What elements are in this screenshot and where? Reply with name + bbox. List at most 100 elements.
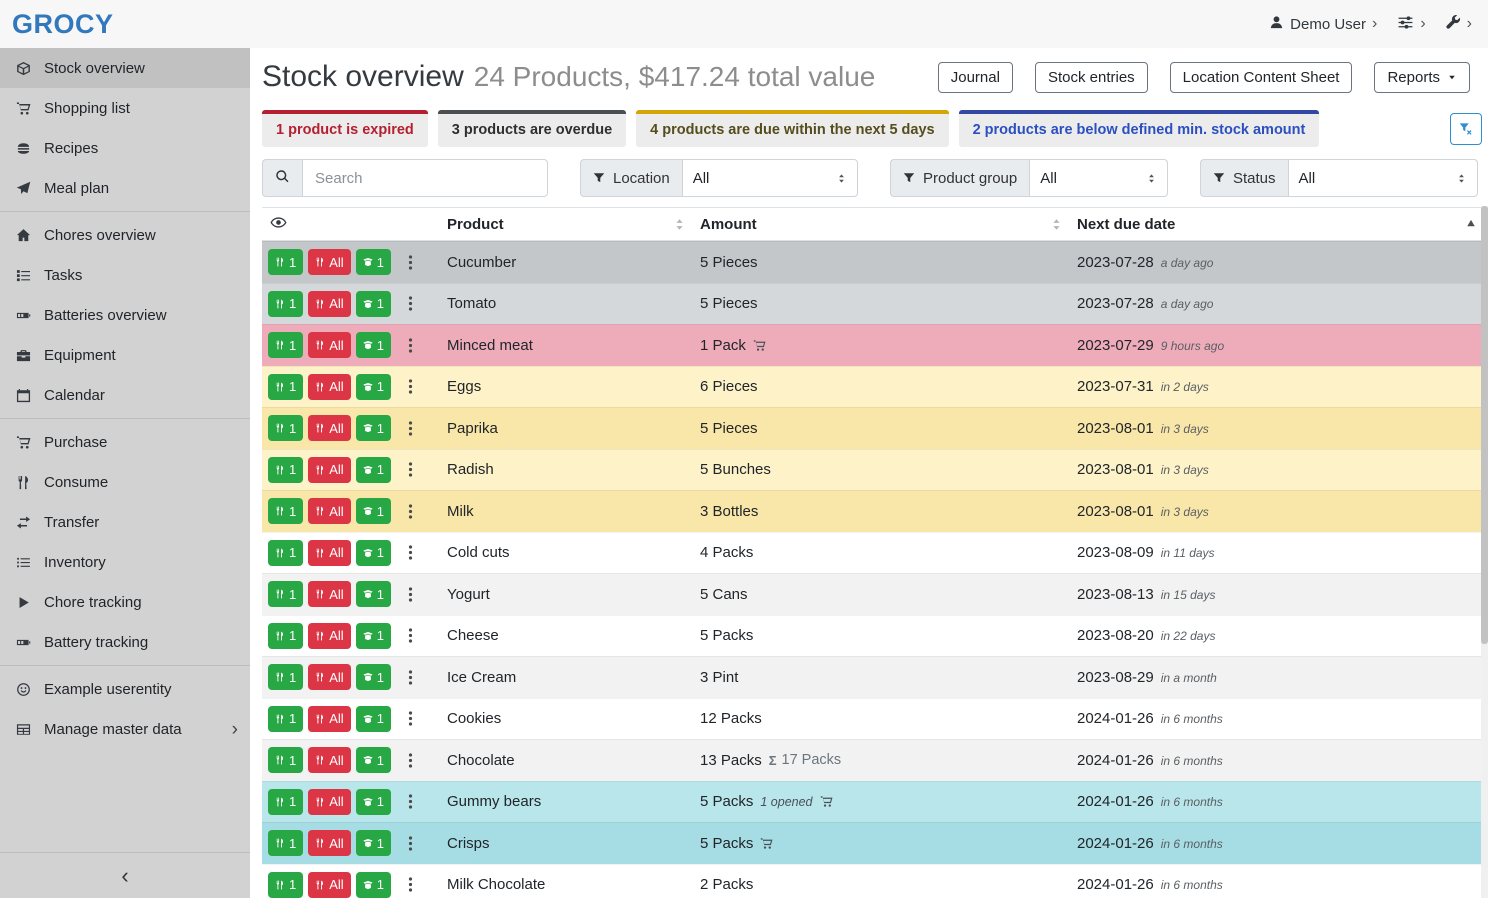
row-menu-button[interactable]: [402, 420, 419, 437]
product-name[interactable]: Yogurt: [447, 586, 700, 603]
consume-one-button[interactable]: 1: [268, 581, 303, 607]
sidebar-item-recipes[interactable]: Recipes: [0, 128, 250, 168]
consume-all-button[interactable]: All: [308, 706, 350, 732]
visibility-column-header[interactable]: [262, 214, 447, 235]
reports-button[interactable]: Reports: [1374, 62, 1470, 93]
consume-all-button[interactable]: All: [308, 789, 350, 815]
sidebar-item-transfer[interactable]: Transfer: [0, 502, 250, 542]
sidebar-item-chores-overview[interactable]: Chores overview: [0, 215, 250, 255]
row-menu-button[interactable]: [402, 710, 419, 727]
sidebar-item-battery-tracking[interactable]: Battery tracking: [0, 622, 250, 662]
sidebar-item-inventory[interactable]: Inventory: [0, 542, 250, 582]
product-name[interactable]: Tomato: [447, 295, 700, 312]
open-one-button[interactable]: 1: [356, 789, 391, 815]
column-header-product[interactable]: Product: [447, 216, 700, 233]
column-header-next-due-date[interactable]: Next due date: [1077, 216, 1479, 233]
product-name[interactable]: Radish: [447, 461, 700, 478]
consume-all-button[interactable]: All: [308, 374, 350, 400]
consume-one-button[interactable]: 1: [268, 747, 303, 773]
location-content-sheet-button[interactable]: Location Content Sheet: [1170, 62, 1353, 93]
product-name[interactable]: Milk: [447, 503, 700, 520]
row-menu-button[interactable]: [402, 876, 419, 893]
row-menu-button[interactable]: [402, 337, 419, 354]
sidebar-item-equipment[interactable]: Equipment: [0, 335, 250, 375]
consume-one-button[interactable]: 1: [268, 623, 303, 649]
consume-one-button[interactable]: 1: [268, 664, 303, 690]
consume-all-button[interactable]: All: [308, 291, 350, 317]
consume-one-button[interactable]: 1: [268, 498, 303, 524]
open-one-button[interactable]: 1: [356, 332, 391, 358]
consume-one-button[interactable]: 1: [268, 457, 303, 483]
consume-one-button[interactable]: 1: [268, 872, 303, 898]
sidebar-item-meal-plan[interactable]: Meal plan: [0, 168, 250, 208]
row-menu-button[interactable]: [402, 835, 419, 852]
row-menu-button[interactable]: [402, 793, 419, 810]
product-name[interactable]: Gummy bears: [447, 793, 700, 810]
row-menu-button[interactable]: [402, 378, 419, 395]
sidebar-item-manage-master-data[interactable]: Manage master data›: [0, 709, 250, 749]
sidebar-item-batteries-overview[interactable]: Batteries overview: [0, 295, 250, 335]
open-one-button[interactable]: 1: [356, 664, 391, 690]
sidebar-item-purchase[interactable]: Purchase: [0, 422, 250, 462]
sidebar-item-consume[interactable]: Consume: [0, 462, 250, 502]
product-name[interactable]: Milk Chocolate: [447, 876, 700, 893]
row-menu-button[interactable]: [402, 586, 419, 603]
sidebar-item-tasks[interactable]: Tasks: [0, 255, 250, 295]
consume-one-button[interactable]: 1: [268, 332, 303, 358]
open-one-button[interactable]: 1: [356, 498, 391, 524]
product-name[interactable]: Cookies: [447, 710, 700, 727]
consume-all-button[interactable]: All: [308, 623, 350, 649]
admin-menu[interactable]: ›: [1446, 15, 1472, 34]
row-menu-button[interactable]: [402, 503, 419, 520]
consume-one-button[interactable]: 1: [268, 540, 303, 566]
consume-all-button[interactable]: All: [308, 332, 350, 358]
consume-all-button[interactable]: All: [308, 664, 350, 690]
product-name[interactable]: Cheese: [447, 627, 700, 644]
sidebar-item-calendar[interactable]: Calendar: [0, 375, 250, 415]
sidebar-item-example-userentity[interactable]: Example userentity: [0, 669, 250, 709]
consume-all-button[interactable]: All: [308, 540, 350, 566]
consume-all-button[interactable]: All: [308, 747, 350, 773]
banner-expired[interactable]: 1 product is expired: [262, 110, 428, 147]
clear-filters-button[interactable]: [1450, 113, 1482, 145]
consume-all-button[interactable]: All: [308, 872, 350, 898]
open-one-button[interactable]: 1: [356, 540, 391, 566]
consume-all-button[interactable]: All: [308, 581, 350, 607]
consume-all-button[interactable]: All: [308, 415, 350, 441]
vertical-scrollbar[interactable]: [1481, 206, 1488, 898]
sidebar-item-stock-overview[interactable]: Stock overview: [0, 48, 250, 88]
row-menu-button[interactable]: [402, 544, 419, 561]
row-menu-button[interactable]: [402, 752, 419, 769]
product-name[interactable]: Minced meat: [447, 337, 700, 354]
product-name[interactable]: Chocolate: [447, 752, 700, 769]
open-one-button[interactable]: 1: [356, 415, 391, 441]
column-header-amount[interactable]: Amount: [700, 216, 1077, 233]
scrollbar-thumb[interactable]: [1481, 206, 1488, 644]
settings-menu[interactable]: ›: [1397, 14, 1425, 35]
row-menu-button[interactable]: [402, 669, 419, 686]
sidebar-item-chore-tracking[interactable]: Chore tracking: [0, 582, 250, 622]
consume-one-button[interactable]: 1: [268, 706, 303, 732]
user-menu[interactable]: Demo User ›: [1269, 15, 1377, 34]
product-name[interactable]: Cold cuts: [447, 544, 700, 561]
row-menu-button[interactable]: [402, 461, 419, 478]
collapse-sidebar-button[interactable]: ‹: [0, 852, 250, 898]
status-filter-select[interactable]: All: [1288, 159, 1478, 197]
product-group-filter-select[interactable]: All: [1029, 159, 1168, 197]
consume-one-button[interactable]: 1: [268, 415, 303, 441]
product-name[interactable]: Ice Cream: [447, 669, 700, 686]
row-menu-button[interactable]: [402, 295, 419, 312]
journal-button[interactable]: Journal: [938, 62, 1013, 93]
product-name[interactable]: Crisps: [447, 835, 700, 852]
consume-one-button[interactable]: 1: [268, 249, 303, 275]
open-one-button[interactable]: 1: [356, 747, 391, 773]
banner-overdue[interactable]: 3 products are overdue: [438, 110, 626, 147]
location-filter-select[interactable]: All: [682, 159, 858, 197]
consume-all-button[interactable]: All: [308, 457, 350, 483]
open-one-button[interactable]: 1: [356, 830, 391, 856]
open-one-button[interactable]: 1: [356, 374, 391, 400]
consume-one-button[interactable]: 1: [268, 789, 303, 815]
search-input[interactable]: [302, 159, 548, 197]
open-one-button[interactable]: 1: [356, 872, 391, 898]
consume-one-button[interactable]: 1: [268, 830, 303, 856]
